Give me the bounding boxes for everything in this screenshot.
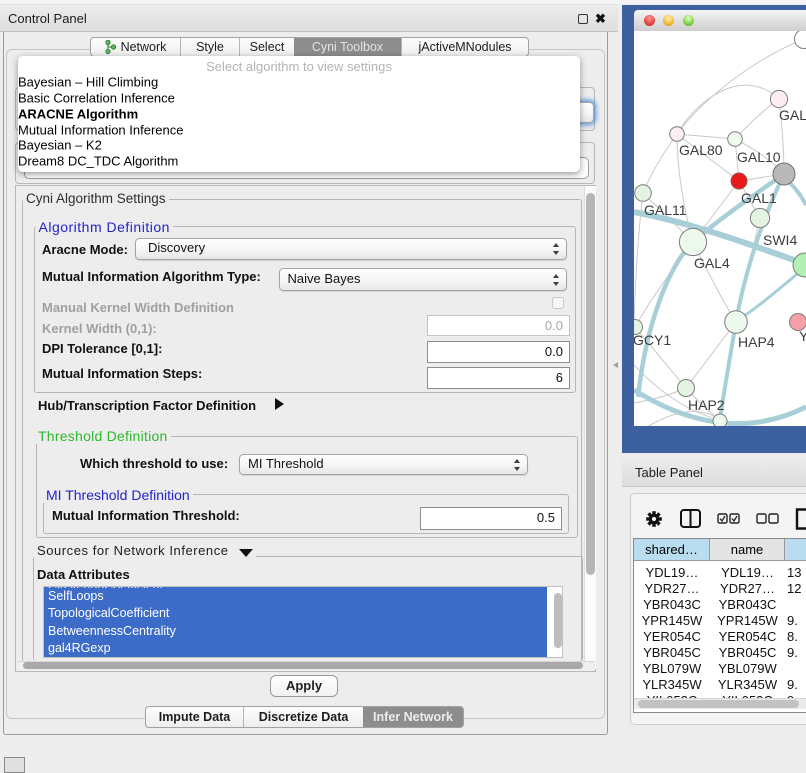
svg-text:GAL2: GAL2 <box>779 107 806 123</box>
svg-text:HAP4: HAP4 <box>738 334 775 350</box>
svg-text:GAL11: GAL11 <box>644 202 687 218</box>
svg-text:GAL10: GAL10 <box>737 149 781 165</box>
svg-text:GAL4: GAL4 <box>694 255 730 271</box>
svg-text:Y: Y <box>799 328 806 344</box>
svg-text:GAL1: GAL1 <box>741 190 777 206</box>
svg-text:SWI4: SWI4 <box>763 232 797 248</box>
svg-text:GCY1: GCY1 <box>634 332 671 348</box>
svg-text:HAP2: HAP2 <box>688 397 725 413</box>
svg-text:GAL80: GAL80 <box>679 142 723 158</box>
